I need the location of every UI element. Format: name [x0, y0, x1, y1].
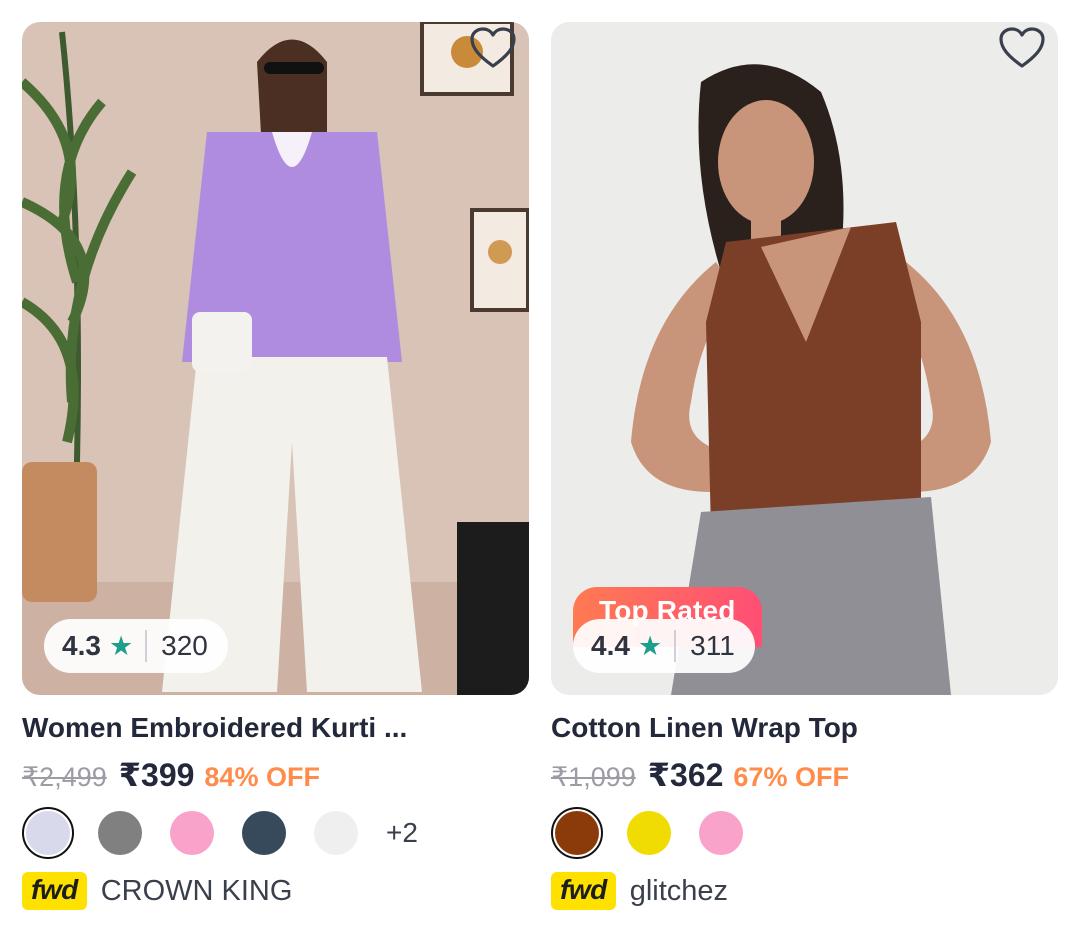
- color-swatch-selected[interactable]: [551, 807, 603, 859]
- star-icon: ★: [637, 630, 663, 661]
- rating-count: 311: [690, 630, 735, 661]
- product-image[interactable]: 4.3 ★ 320: [22, 22, 529, 695]
- color-swatch[interactable]: [98, 811, 142, 855]
- price-row: ₹2,499 ₹399 84% OFF: [22, 756, 320, 796]
- color-swatches: +2: [22, 807, 418, 859]
- wishlist-heart-icon[interactable]: [998, 26, 1046, 70]
- mrp-price: ₹1,099: [551, 762, 636, 792]
- star-icon: ★: [108, 630, 134, 661]
- color-swatch[interactable]: [314, 811, 358, 855]
- divider: [145, 630, 148, 662]
- fwd-badge: fwd: [22, 872, 87, 910]
- product-card-2[interactable]: Top Rated 4.4 ★ 311 Cotton Linen Wrap To…: [551, 22, 1058, 922]
- rating-score: 4.4: [591, 630, 630, 661]
- discount-label: 84% OFF: [204, 762, 320, 792]
- color-swatches: [551, 807, 771, 859]
- product-title[interactable]: Women Embroidered Kurti ...: [22, 712, 442, 744]
- rating-count: 320: [161, 630, 208, 661]
- color-swatch[interactable]: [699, 811, 743, 855]
- title-row: Women Embroidered Kurti ...: [22, 705, 529, 751]
- more-colors[interactable]: +2: [386, 817, 418, 849]
- mrp-price: ₹2,499: [22, 762, 107, 792]
- selling-price: ₹399: [118, 757, 195, 793]
- color-swatch[interactable]: [170, 811, 214, 855]
- product-card-1[interactable]: 4.3 ★ 320 Women Embroidered Kurti ... ₹2…: [22, 22, 529, 922]
- color-swatch-selected[interactable]: [22, 807, 74, 859]
- rating-pill: 4.4 ★ 311: [573, 619, 755, 673]
- rating-score: 4.3: [62, 630, 101, 661]
- divider: [674, 630, 677, 662]
- title-row: Cotton Linen Wrap Top: [551, 705, 1058, 751]
- color-swatch[interactable]: [242, 811, 286, 855]
- discount-label: 67% OFF: [733, 762, 849, 792]
- brand-row: fwd glitchez: [551, 870, 728, 912]
- product-title[interactable]: Cotton Linen Wrap Top: [551, 712, 971, 744]
- wishlist-heart-icon[interactable]: [469, 26, 517, 70]
- selling-price: ₹362: [647, 757, 724, 793]
- rating-pill: 4.3 ★ 320: [44, 619, 228, 673]
- product-image[interactable]: Top Rated 4.4 ★ 311: [551, 22, 1058, 695]
- brand-name[interactable]: CROWN KING: [101, 875, 293, 908]
- brand-name[interactable]: glitchez: [630, 875, 728, 908]
- fwd-badge: fwd: [551, 872, 616, 910]
- brand-row: fwd CROWN KING: [22, 870, 292, 912]
- price-row: ₹1,099 ₹362 67% OFF: [551, 756, 849, 796]
- product-photo-icon: [22, 22, 529, 695]
- color-swatch[interactable]: [627, 811, 671, 855]
